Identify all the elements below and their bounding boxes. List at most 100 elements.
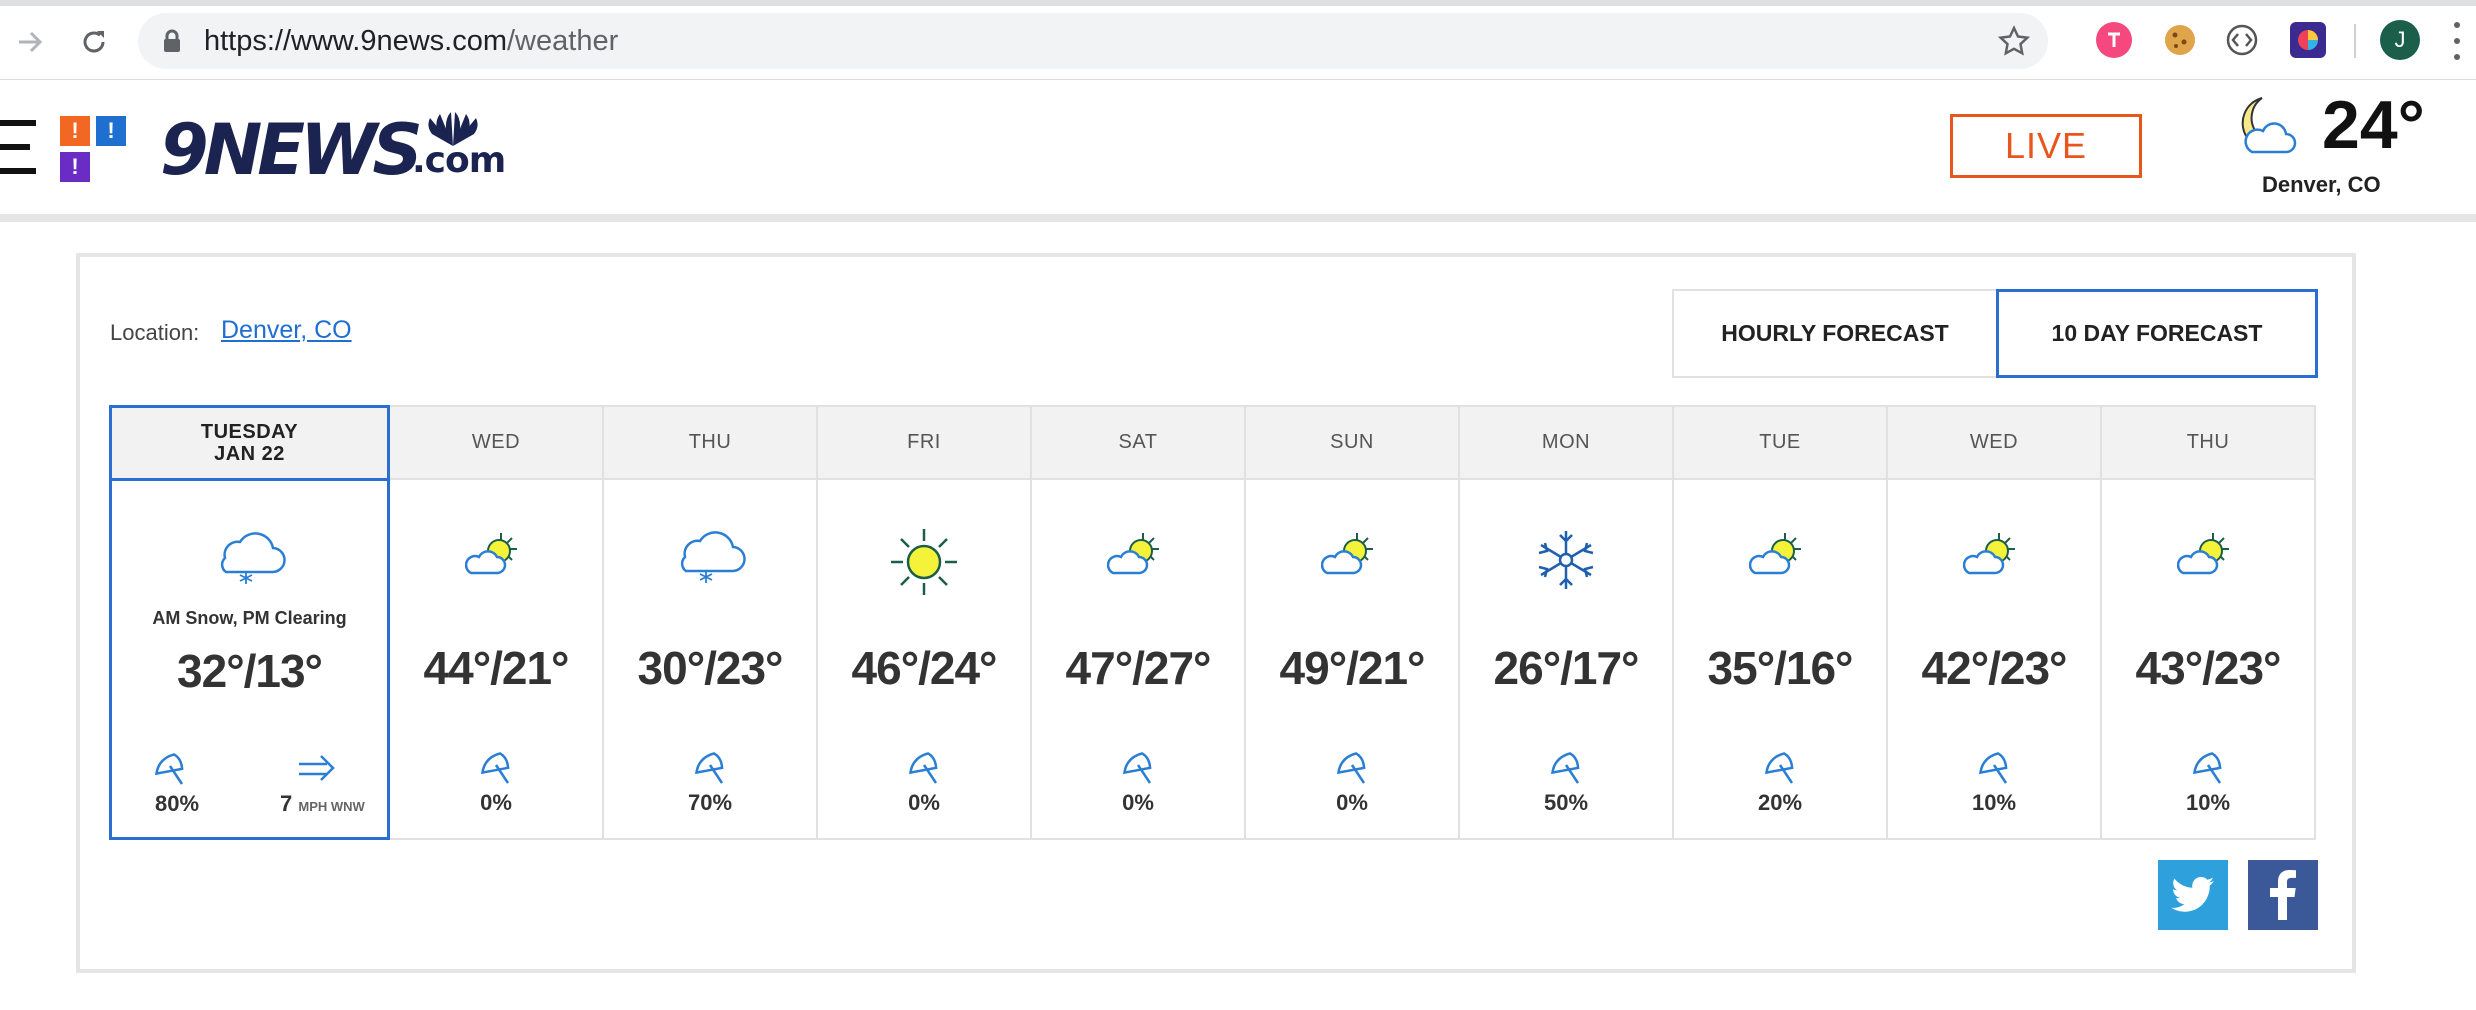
url-domain: https://www.9news.com bbox=[204, 25, 507, 57]
forward-button[interactable] bbox=[8, 20, 52, 64]
url-path: /weather bbox=[507, 25, 619, 57]
day-card[interactable]: WED 42°/23° 10% bbox=[1888, 405, 2102, 840]
tab-strip-edge bbox=[0, 0, 2476, 6]
day-card[interactable]: TUE 35°/16° 20% bbox=[1674, 405, 1888, 840]
day-header: TUE bbox=[1674, 407, 1886, 480]
facebook-share-button[interactable] bbox=[2248, 860, 2318, 930]
browser-menu-button[interactable] bbox=[2452, 22, 2462, 60]
live-button[interactable]: LIVE bbox=[1950, 114, 2142, 178]
wind-reading: 7 MPH WNW bbox=[280, 791, 365, 817]
hi-lo-temps: 44°/21° bbox=[423, 642, 570, 694]
reload-button[interactable] bbox=[72, 20, 116, 64]
umbrella-icon bbox=[1674, 751, 1886, 787]
reload-icon bbox=[83, 31, 105, 53]
precip-chance: 0% bbox=[1122, 790, 1154, 815]
precip-chance: 10% bbox=[1971, 790, 2017, 815]
day-header: WED bbox=[1888, 407, 2100, 480]
day-card[interactable]: FRI 46°/24° 0% bbox=[818, 405, 1032, 840]
umbrella-icon bbox=[1246, 751, 1458, 787]
precip-chance: 70% bbox=[687, 790, 733, 815]
alert-purple: ! bbox=[60, 152, 90, 182]
precip-chance: 0% bbox=[908, 790, 940, 815]
precip-chance: 20% bbox=[1757, 790, 1803, 815]
logo-suffix: .com bbox=[412, 140, 506, 181]
precip-chance: 10% bbox=[2185, 790, 2231, 815]
partly-sunny-icon bbox=[390, 527, 602, 587]
day-name: TUESDAY bbox=[200, 421, 299, 443]
browser-toolbar: https://www.9news.com/weather J bbox=[0, 0, 2476, 80]
partly-sunny-icon bbox=[1246, 527, 1458, 587]
day-header: WED bbox=[390, 407, 602, 480]
precip-chance: 0% bbox=[1336, 790, 1368, 815]
wind-speed: 7 bbox=[280, 791, 293, 816]
lock-icon bbox=[164, 29, 180, 52]
umbrella-icon bbox=[152, 752, 188, 788]
day-header: SAT bbox=[1032, 407, 1244, 480]
day-card[interactable]: SAT 47°/27° 0% bbox=[1032, 405, 1246, 840]
day-card[interactable]: WED 44°/21° 0% bbox=[390, 405, 604, 840]
hi-lo-temps: 43°/23° bbox=[2135, 642, 2282, 694]
precip-chance: 0% bbox=[480, 790, 512, 815]
tab-10-day-forecast[interactable]: 10 DAY FORECAST bbox=[1996, 289, 2318, 378]
day-header: THU bbox=[2102, 407, 2314, 480]
code-extension-icon[interactable] bbox=[2224, 22, 2260, 58]
day-card[interactable]: THU 43°/23° 10% bbox=[2102, 405, 2316, 840]
day-card[interactable]: MON 26°/17° 50% bbox=[1460, 405, 1674, 840]
hi-lo-temps: 26°/17° bbox=[1493, 642, 1640, 694]
brackets-icon bbox=[2226, 24, 2258, 56]
cloud-snow-icon bbox=[604, 527, 816, 585]
alert-orange: ! bbox=[60, 116, 90, 146]
hamburger-menu-icon[interactable] bbox=[0, 120, 36, 174]
day-card-today[interactable]: TUESDAY JAN 22 AM Snow, PM Clearing 32°/… bbox=[109, 405, 390, 840]
day-header: THU bbox=[604, 407, 816, 480]
header-divider bbox=[0, 214, 2476, 222]
profile-avatar[interactable]: J bbox=[2380, 20, 2420, 60]
hi-lo-temps: 32°/13° bbox=[177, 645, 323, 697]
umbrella-icon bbox=[604, 751, 816, 787]
cookie-icon bbox=[2165, 25, 2195, 55]
day-header: TUESDAY JAN 22 bbox=[112, 408, 387, 481]
umbrella-icon bbox=[1888, 751, 2100, 787]
condition-text: AM Snow, PM Clearing bbox=[152, 608, 347, 628]
logo-wordmark: 9NEWS bbox=[160, 109, 423, 191]
day-header: MON bbox=[1460, 407, 1672, 480]
current-temperature: 24° bbox=[2322, 87, 2425, 163]
twitter-share-button[interactable] bbox=[2158, 860, 2228, 930]
precip-chance: 50% bbox=[1543, 790, 1589, 815]
bookmark-star-icon[interactable] bbox=[1998, 25, 2030, 57]
9news-logo[interactable]: 9NEWS .com bbox=[160, 109, 506, 191]
t-glyph-icon bbox=[2108, 32, 2120, 47]
toolbar-divider bbox=[2354, 24, 2356, 58]
partly-sunny-icon bbox=[1888, 527, 2100, 587]
location-link[interactable]: Denver, CO bbox=[221, 316, 352, 345]
site-header: ! ! ! 9NEWS .com LIVE 24° Denver, CO bbox=[0, 80, 2476, 222]
tab-hourly-forecast[interactable]: HOURLY FORECAST bbox=[1672, 289, 1996, 378]
facebook-f-icon bbox=[2270, 870, 2296, 920]
umbrella-icon bbox=[818, 751, 1030, 787]
day-card[interactable]: THU 30°/23° 70% bbox=[604, 405, 818, 840]
url-text: https://www.9news.com/weather bbox=[204, 25, 618, 58]
alert-blue: ! bbox=[96, 116, 126, 146]
hi-lo-temps: 42°/23° bbox=[1921, 642, 2068, 694]
location-label: Location: bbox=[110, 320, 200, 345]
hi-lo-temps: 47°/27° bbox=[1065, 642, 1212, 694]
color-extension-icon[interactable] bbox=[2290, 22, 2326, 58]
day-card[interactable]: SUN 49°/21° 0% bbox=[1246, 405, 1460, 840]
ten-day-grid: TUESDAY JAN 22 AM Snow, PM Clearing 32°/… bbox=[109, 405, 2318, 840]
forward-arrow-icon bbox=[19, 31, 43, 53]
precip-chance: 80% bbox=[154, 791, 200, 816]
snowflake-icon bbox=[1460, 527, 1672, 593]
hi-lo-temps: 46°/24° bbox=[851, 642, 998, 694]
current-city: Denver, CO bbox=[2262, 172, 2381, 197]
umbrella-icon bbox=[390, 751, 602, 787]
cookie-extension-icon[interactable] bbox=[2162, 22, 2198, 58]
extension-t-icon[interactable] bbox=[2096, 22, 2132, 58]
wind-arrow-icon bbox=[297, 752, 337, 791]
moon-cloud-icon[interactable] bbox=[2232, 94, 2302, 160]
address-bar[interactable]: https://www.9news.com/weather bbox=[138, 13, 2048, 69]
alerts-icon[interactable]: ! ! ! bbox=[60, 116, 128, 184]
wind-unit: MPH WNW bbox=[298, 799, 365, 814]
forecast-tabs: HOURLY FORECAST 10 DAY FORECAST bbox=[1672, 289, 2318, 378]
hi-lo-temps: 35°/16° bbox=[1707, 642, 1854, 694]
twitter-bird-icon bbox=[2171, 877, 2214, 912]
